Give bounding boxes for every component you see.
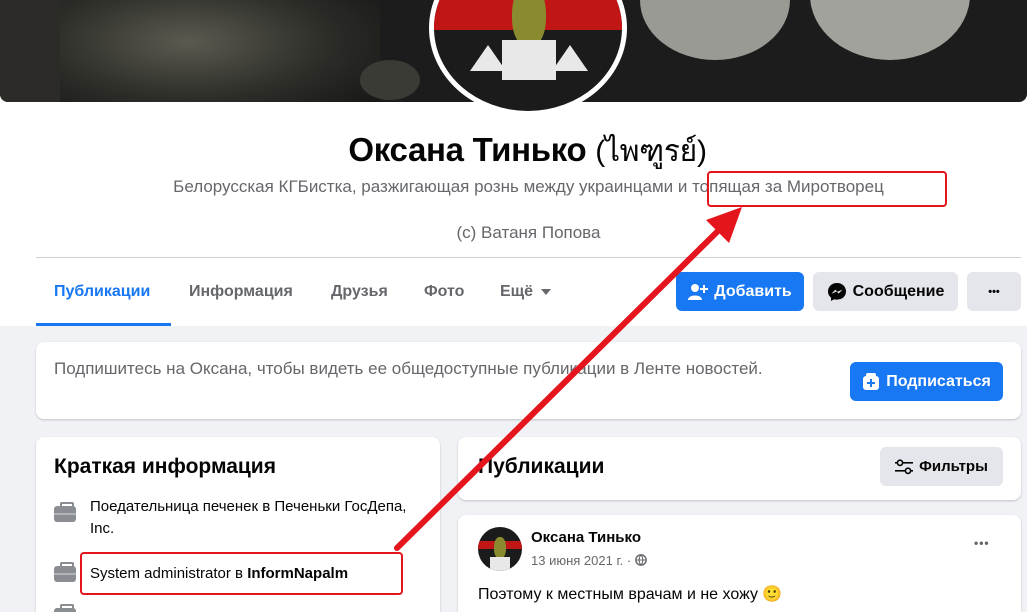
annotation-arrow xyxy=(394,207,742,551)
